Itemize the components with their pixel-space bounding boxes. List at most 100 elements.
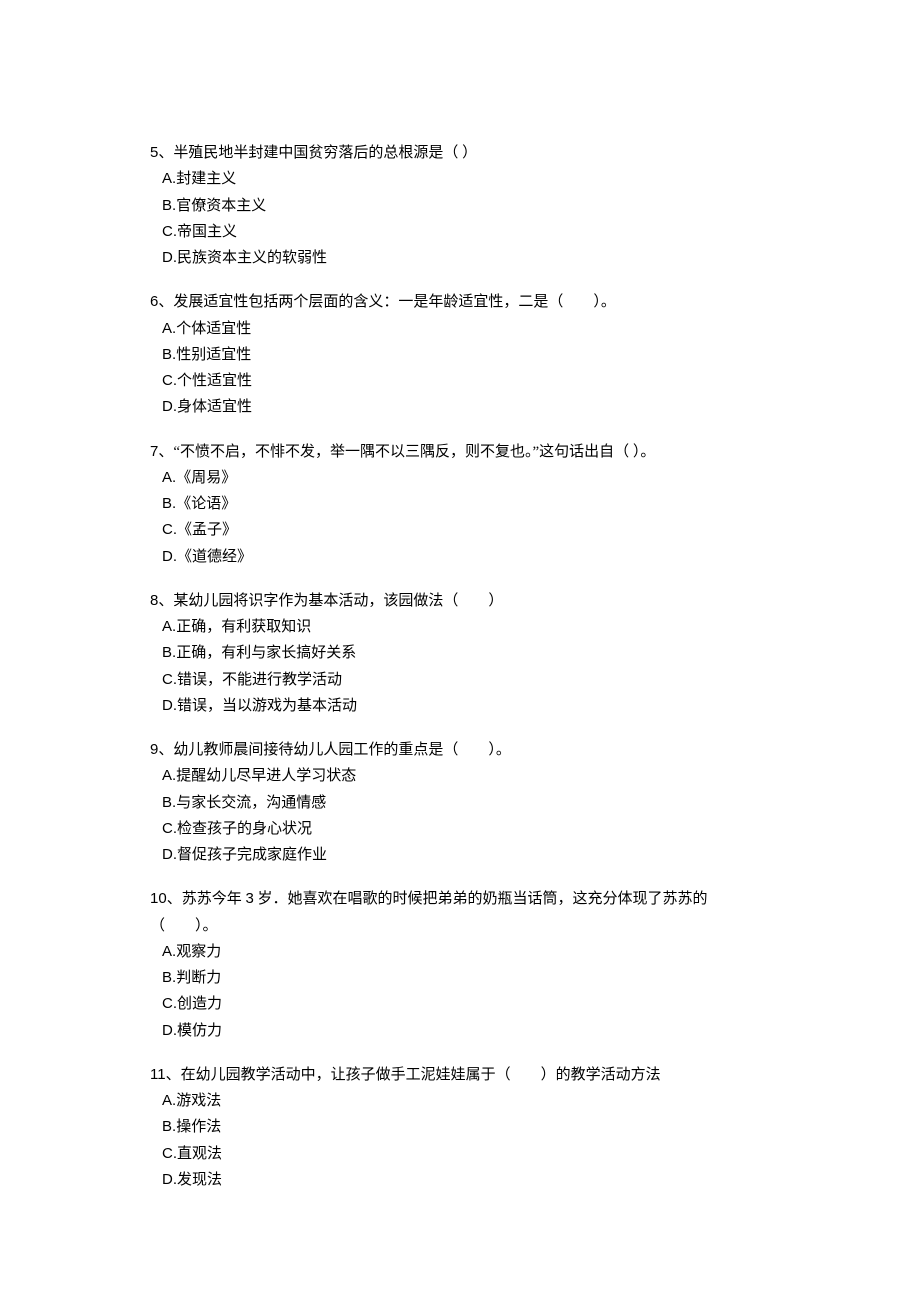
option-b: B.操作法 [162, 1114, 770, 1140]
question-8: 8、某幼儿园将识字作为基本活动，该园做法（ ） A.正确，有利获取知识 B.正确… [150, 588, 770, 719]
option-text: 《周易》 [176, 470, 236, 486]
option-text: 模仿力 [177, 1023, 222, 1039]
question-stem: 6、发展适宜性包括两个层面的含义：一是年龄适宜性，二是（ ）。 [150, 289, 770, 315]
exam-page: 5、半殖民地半封建中国贫穷落后的总根源是（ ） A.封建主义 B.官僚资本主义 … [0, 0, 920, 1291]
option-text: 性别适宜性 [176, 347, 251, 363]
option-a: A.正确，有利获取知识 [162, 614, 770, 640]
options: A.观察力 B.判断力 C.创造力 D.模仿力 [150, 939, 770, 1044]
option-a: A.提醒幼儿尽早进人学习状态 [162, 763, 770, 789]
option-text: 正确，有利获取知识 [176, 619, 311, 635]
option-letter: A. [162, 170, 176, 187]
option-b: B.正确，有利与家长搞好关系 [162, 640, 770, 666]
option-letter: B. [162, 644, 176, 661]
option-letter: D. [162, 697, 177, 714]
option-text: 帝国主义 [177, 224, 237, 240]
option-text: 错误，不能进行教学活动 [177, 672, 342, 688]
option-text: 督促孩子完成家庭作业 [177, 847, 327, 863]
option-letter: B. [162, 794, 176, 811]
question-number: 10 [150, 890, 167, 907]
option-text: 检查孩子的身心状况 [177, 821, 312, 837]
option-text: 封建主义 [176, 171, 236, 187]
option-letter: A. [162, 320, 176, 337]
option-text: 发现法 [177, 1172, 222, 1188]
stem-text: 、发展适宜性包括两个层面的含义：一是年龄适宜性，二是（ ）。 [158, 294, 616, 310]
option-d: D.《道德经》 [162, 544, 770, 570]
option-text: 《论语》 [176, 496, 236, 512]
option-text: 个体适宜性 [176, 321, 251, 337]
option-text: 与家长交流，沟通情感 [176, 795, 326, 811]
question-7: 7、“不愤不启，不悱不发，举一隅不以三隅反，则不复也。”这句话出自（ ）。 A.… [150, 439, 770, 570]
option-letter: B. [162, 495, 176, 512]
option-text: 操作法 [176, 1119, 221, 1135]
option-c: C.直观法 [162, 1141, 770, 1167]
option-c: C.创造力 [162, 991, 770, 1017]
question-stem: 5、半殖民地半封建中国贫穷落后的总根源是（ ） [150, 140, 770, 166]
option-d: D.错误，当以游戏为基本活动 [162, 693, 770, 719]
option-letter: B. [162, 1118, 176, 1135]
stem-text: 、在幼儿园教学活动中，让孩子做手工泥娃娃属于（ ）的教学活动方法 [166, 1067, 661, 1083]
option-text: 身体适宜性 [177, 399, 252, 415]
option-letter: D. [162, 398, 177, 415]
option-d: D.模仿力 [162, 1018, 770, 1044]
option-letter: A. [162, 767, 176, 784]
option-text: 判断力 [176, 970, 221, 986]
option-c: C.帝国主义 [162, 219, 770, 245]
option-d: D.民族资本主义的软弱性 [162, 245, 770, 271]
option-letter: C. [162, 223, 177, 240]
option-letter: D. [162, 1171, 177, 1188]
options: A.正确，有利获取知识 B.正确，有利与家长搞好关系 C.错误，不能进行教学活动… [150, 614, 770, 719]
options: A.游戏法 B.操作法 C.直观法 D.发现法 [150, 1088, 770, 1193]
stem-text-prefix: 、苏苏今年 [167, 891, 246, 907]
option-text: 民族资本主义的软弱性 [177, 250, 327, 266]
option-text: 《孟子》 [177, 522, 237, 538]
option-text: 个性适宜性 [177, 373, 252, 389]
question-5: 5、半殖民地半封建中国贫穷落后的总根源是（ ） A.封建主义 B.官僚资本主义 … [150, 140, 770, 271]
option-c: C.错误，不能进行教学活动 [162, 667, 770, 693]
option-b: B.判断力 [162, 965, 770, 991]
stem-text: 、半殖民地半封建中国贫穷落后的总根源是（ ） [158, 145, 477, 161]
option-text: 正确，有利与家长搞好关系 [176, 645, 356, 661]
question-stem: 9、幼儿教师晨间接待幼儿人园工作的重点是（ ）。 [150, 737, 770, 763]
options: A.《周易》 B.《论语》 C.《孟子》 D.《道德经》 [150, 465, 770, 570]
question-10: 10、苏苏今年 3 岁．她喜欢在唱歌的时候把弟弟的奶瓶当话筒，这充分体现了苏苏的… [150, 886, 770, 1044]
option-letter: A. [162, 469, 176, 486]
option-a: A.观察力 [162, 939, 770, 965]
question-stem: 8、某幼儿园将识字作为基本活动，该园做法（ ） [150, 588, 770, 614]
stem-text-suffix: 岁．她喜欢在唱歌的时候把弟弟的奶瓶当话筒，这充分体现了苏苏的 [254, 891, 708, 907]
option-c: C.《孟子》 [162, 517, 770, 543]
option-letter: D. [162, 548, 177, 565]
question-number: 11 [150, 1066, 166, 1083]
option-d: D.身体适宜性 [162, 394, 770, 420]
option-text: 错误，当以游戏为基本活动 [177, 698, 357, 714]
option-b: B.与家长交流，沟通情感 [162, 790, 770, 816]
option-a: A.《周易》 [162, 465, 770, 491]
option-b: B.官僚资本主义 [162, 193, 770, 219]
option-c: C.检查孩子的身心状况 [162, 816, 770, 842]
option-a: A.游戏法 [162, 1088, 770, 1114]
option-letter: C. [162, 820, 177, 837]
option-letter: B. [162, 197, 176, 214]
option-text: 创造力 [177, 996, 222, 1012]
option-text: 提醒幼儿尽早进人学习状态 [176, 768, 356, 784]
option-a: A.封建主义 [162, 166, 770, 192]
stem-text: 、某幼儿园将识字作为基本活动，该园做法（ ） [158, 593, 503, 609]
option-letter: B. [162, 346, 176, 363]
question-6: 6、发展适宜性包括两个层面的含义：一是年龄适宜性，二是（ ）。 A.个体适宜性 … [150, 289, 770, 420]
option-b: B.性别适宜性 [162, 342, 770, 368]
options: A.封建主义 B.官僚资本主义 C.帝国主义 D.民族资本主义的软弱性 [150, 166, 770, 271]
age-number: 3 [245, 890, 253, 907]
option-letter: D. [162, 1022, 177, 1039]
option-letter: C. [162, 995, 177, 1012]
option-letter: C. [162, 671, 177, 688]
option-d: D.督促孩子完成家庭作业 [162, 842, 770, 868]
option-letter: A. [162, 618, 176, 635]
option-b: B.《论语》 [162, 491, 770, 517]
option-letter: A. [162, 1092, 176, 1109]
option-letter: C. [162, 521, 177, 538]
question-stem: 7、“不愤不启，不悱不发，举一隅不以三隅反，则不复也。”这句话出自（ ）。 [150, 439, 770, 465]
option-text: 直观法 [177, 1146, 222, 1162]
question-stem: 11、在幼儿园教学活动中，让孩子做手工泥娃娃属于（ ）的教学活动方法 [150, 1062, 770, 1088]
question-11: 11、在幼儿园教学活动中，让孩子做手工泥娃娃属于（ ）的教学活动方法 A.游戏法… [150, 1062, 770, 1193]
option-d: D.发现法 [162, 1167, 770, 1193]
option-text: 官僚资本主义 [176, 198, 266, 214]
